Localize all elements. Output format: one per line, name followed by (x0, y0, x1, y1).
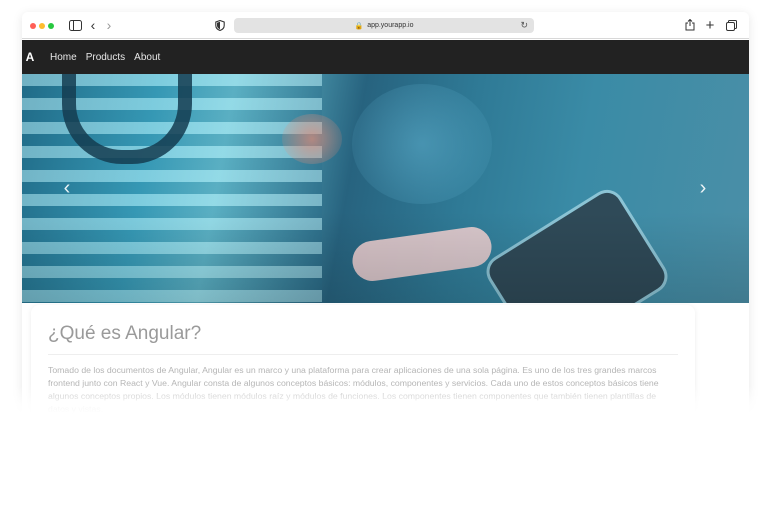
browser-toolbar: ‹ › 🔒 app.yourapp.io ↻ + (22, 12, 749, 39)
reload-icon[interactable]: ↻ (520, 20, 528, 31)
site-navbar: A Home Products About (22, 40, 749, 74)
minimize-window-button[interactable] (39, 23, 45, 29)
back-icon[interactable]: ‹ (88, 17, 98, 33)
new-tab-icon[interactable]: + (704, 17, 716, 34)
address-bar[interactable]: 🔒 app.yourapp.io ↻ (234, 18, 534, 33)
carousel-next-button[interactable]: › (694, 177, 712, 199)
nav-link-about[interactable]: About (134, 52, 160, 63)
sidebar-toggle-icon[interactable] (68, 18, 82, 32)
nav-link-products[interactable]: Products (86, 52, 125, 63)
bottom-fade (0, 384, 767, 508)
maximize-window-button[interactable] (48, 23, 54, 29)
nav-link-home[interactable]: Home (50, 52, 77, 63)
tabs-overview-icon[interactable] (725, 18, 737, 32)
carousel-prev-button[interactable]: ‹ (58, 177, 76, 199)
close-window-button[interactable] (30, 23, 36, 29)
hero-carousel-image: ‹ › (22, 74, 749, 303)
url-text: app.yourapp.io (367, 22, 414, 29)
share-icon[interactable] (684, 18, 696, 32)
angular-logo[interactable]: A (24, 50, 36, 64)
forward-icon[interactable]: › (104, 17, 114, 33)
shield-icon[interactable] (214, 18, 226, 32)
card-title: ¿Qué es Angular? (48, 323, 678, 355)
lock-icon: 🔒 (354, 22, 364, 30)
